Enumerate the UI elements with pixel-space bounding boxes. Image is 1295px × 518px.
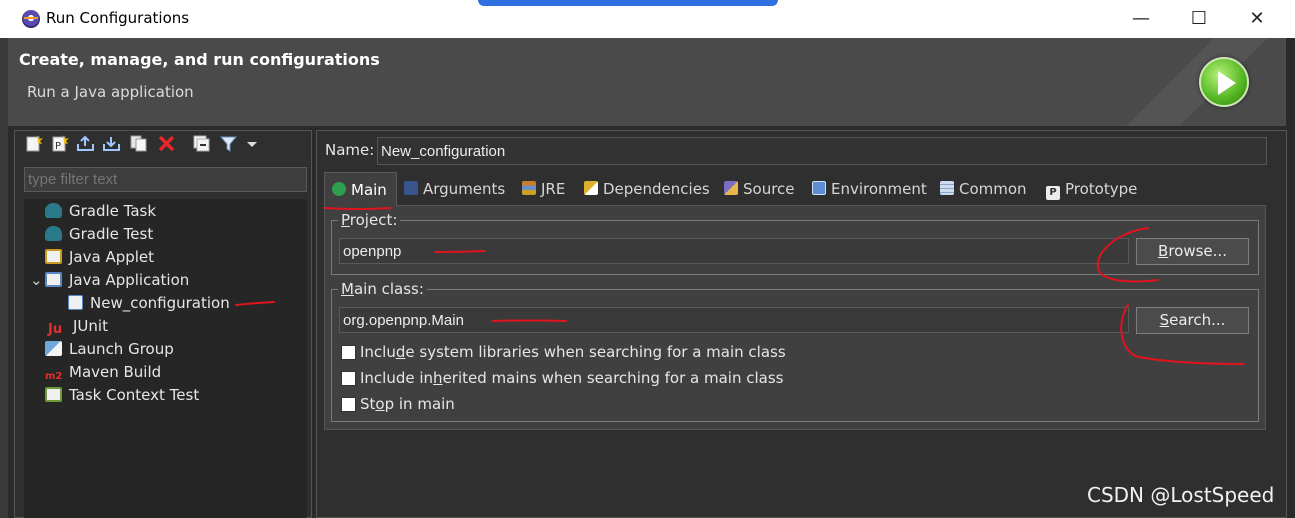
tree-item-label: Java Application xyxy=(69,271,190,289)
include-system-libraries-checkbox[interactable] xyxy=(341,345,356,360)
maximize-button[interactable]: ☐ xyxy=(1170,0,1228,38)
task-context-icon xyxy=(45,387,62,402)
tree-item-label: Task Context Test xyxy=(69,386,200,404)
launch-group-icon xyxy=(45,341,62,356)
include-inherited-mains-label: Include inherited mains when searching f… xyxy=(360,369,784,387)
configuration-name-input[interactable] xyxy=(377,137,1267,165)
tree-item-new-configuration[interactable]: New_configuration xyxy=(24,292,307,315)
tab-label: Main xyxy=(351,181,387,199)
tree-item-java-applet[interactable]: Java Applet xyxy=(24,246,307,269)
tab-label: Prototype xyxy=(1065,180,1138,198)
dependencies-icon xyxy=(584,181,598,195)
import-icon[interactable] xyxy=(102,134,121,153)
delete-icon[interactable] xyxy=(157,134,176,153)
header-decoration xyxy=(1108,38,1286,126)
name-label: Name: xyxy=(325,141,375,159)
new-configuration-icon[interactable] xyxy=(24,134,43,153)
dialog-subtitle: Run a Java application xyxy=(27,83,194,101)
new-prototype-icon[interactable]: P xyxy=(50,134,69,153)
java-application-icon xyxy=(45,272,62,287)
duplicate-icon[interactable] xyxy=(129,134,148,153)
java-applet-icon xyxy=(45,249,62,264)
tab-main[interactable]: Main xyxy=(324,172,397,206)
configuration-tree: Gradle Task Gradle Test Java Applet ⌄ Jav… xyxy=(24,199,307,518)
tree-item-task-context-test[interactable]: Task Context Test xyxy=(24,384,307,407)
watermark: CSDN @LostSpeed xyxy=(1087,483,1275,507)
stop-in-main-checkbox[interactable] xyxy=(341,397,356,412)
tree-item-label: Launch Group xyxy=(69,340,174,358)
tab-arguments[interactable]: Arguments xyxy=(404,172,505,206)
tab-jre[interactable]: JRE xyxy=(522,172,565,206)
main-class-input[interactable] xyxy=(339,307,1129,333)
tab-label: JRE xyxy=(541,180,566,198)
tree-item-maven-build[interactable]: m2 Maven Build xyxy=(24,361,307,384)
tree-item-label: JUnit xyxy=(73,317,108,335)
main-class-legend: Main class: xyxy=(338,280,427,298)
tree-item-label: Gradle Test xyxy=(69,225,154,243)
prototype-icon: P xyxy=(1046,186,1060,200)
tree-item-label: Java Applet xyxy=(69,248,155,266)
include-system-libraries-label: Include system libraries when searching … xyxy=(360,343,786,361)
filter-input[interactable] xyxy=(24,167,307,192)
include-inherited-mains-checkbox[interactable] xyxy=(341,371,356,386)
browse-button[interactable]: Browse... xyxy=(1136,238,1249,265)
dialog-header: Create, manage, and run configurations R… xyxy=(8,38,1286,126)
search-button[interactable]: Search... xyxy=(1136,307,1249,334)
stop-in-main-label: Stop in main xyxy=(360,395,455,413)
junit-icon: Ju xyxy=(48,322,63,337)
tab-environment[interactable]: Environment xyxy=(812,172,927,206)
close-button[interactable]: ✕ xyxy=(1228,0,1286,38)
source-icon xyxy=(724,181,738,195)
gradle-icon xyxy=(45,226,62,241)
main-class-icon xyxy=(332,182,346,196)
maven-icon: m2 xyxy=(45,371,63,382)
tab-prototype[interactable]: P Prototype xyxy=(1046,172,1137,206)
tree-item-java-application[interactable]: ⌄ Java Application xyxy=(24,269,307,292)
collapse-all-icon[interactable] xyxy=(192,134,211,153)
tab-label: Dependencies xyxy=(603,180,710,198)
gradle-icon xyxy=(45,203,62,218)
title-accent xyxy=(478,0,778,6)
chevron-down-icon[interactable]: ⌄ xyxy=(30,269,45,292)
tree-item-gradle-test[interactable]: Gradle Test xyxy=(24,223,307,246)
tree-item-gradle-task[interactable]: Gradle Task xyxy=(24,200,307,223)
minimize-button[interactable]: — xyxy=(1112,0,1170,38)
common-icon xyxy=(940,181,954,195)
tree-item-junit[interactable]: Ju JUnit xyxy=(24,315,307,338)
svg-text:P: P xyxy=(55,141,61,152)
tree-item-label: New_configuration xyxy=(90,294,230,312)
background-ide-strip xyxy=(0,38,8,518)
window-title: Run Configurations xyxy=(46,9,190,27)
eclipse-app-icon xyxy=(22,10,40,28)
export-icon[interactable] xyxy=(76,134,95,153)
tree-item-launch-group[interactable]: Launch Group xyxy=(24,338,307,361)
tab-common[interactable]: Common xyxy=(940,172,1027,206)
tab-label: Source xyxy=(743,180,795,198)
tab-label: Environment xyxy=(831,180,927,198)
tab-label: Arguments xyxy=(423,180,506,198)
config-tabs: Main Arguments JRE Dependencies Source E… xyxy=(324,172,1266,206)
run-icon xyxy=(1199,57,1249,107)
title-bar: Run Configurations — ☐ ✕ xyxy=(0,0,1295,38)
background-ide-strip-right xyxy=(1286,38,1295,518)
java-class-icon xyxy=(68,295,83,310)
environment-icon xyxy=(812,181,826,195)
tab-label: Common xyxy=(959,180,1027,198)
tree-item-label: Maven Build xyxy=(69,363,162,381)
tree-item-label: Gradle Task xyxy=(69,202,157,220)
view-menu-icon[interactable] xyxy=(243,134,262,153)
filter-icon[interactable] xyxy=(219,134,238,153)
project-input[interactable] xyxy=(339,238,1129,264)
jre-icon xyxy=(522,181,536,195)
tab-dependencies[interactable]: Dependencies xyxy=(584,172,710,206)
tab-source[interactable]: Source xyxy=(724,172,795,206)
project-legend: Project: xyxy=(338,211,401,229)
arguments-icon xyxy=(404,181,418,195)
dialog-title: Create, manage, and run configurations xyxy=(19,50,380,69)
